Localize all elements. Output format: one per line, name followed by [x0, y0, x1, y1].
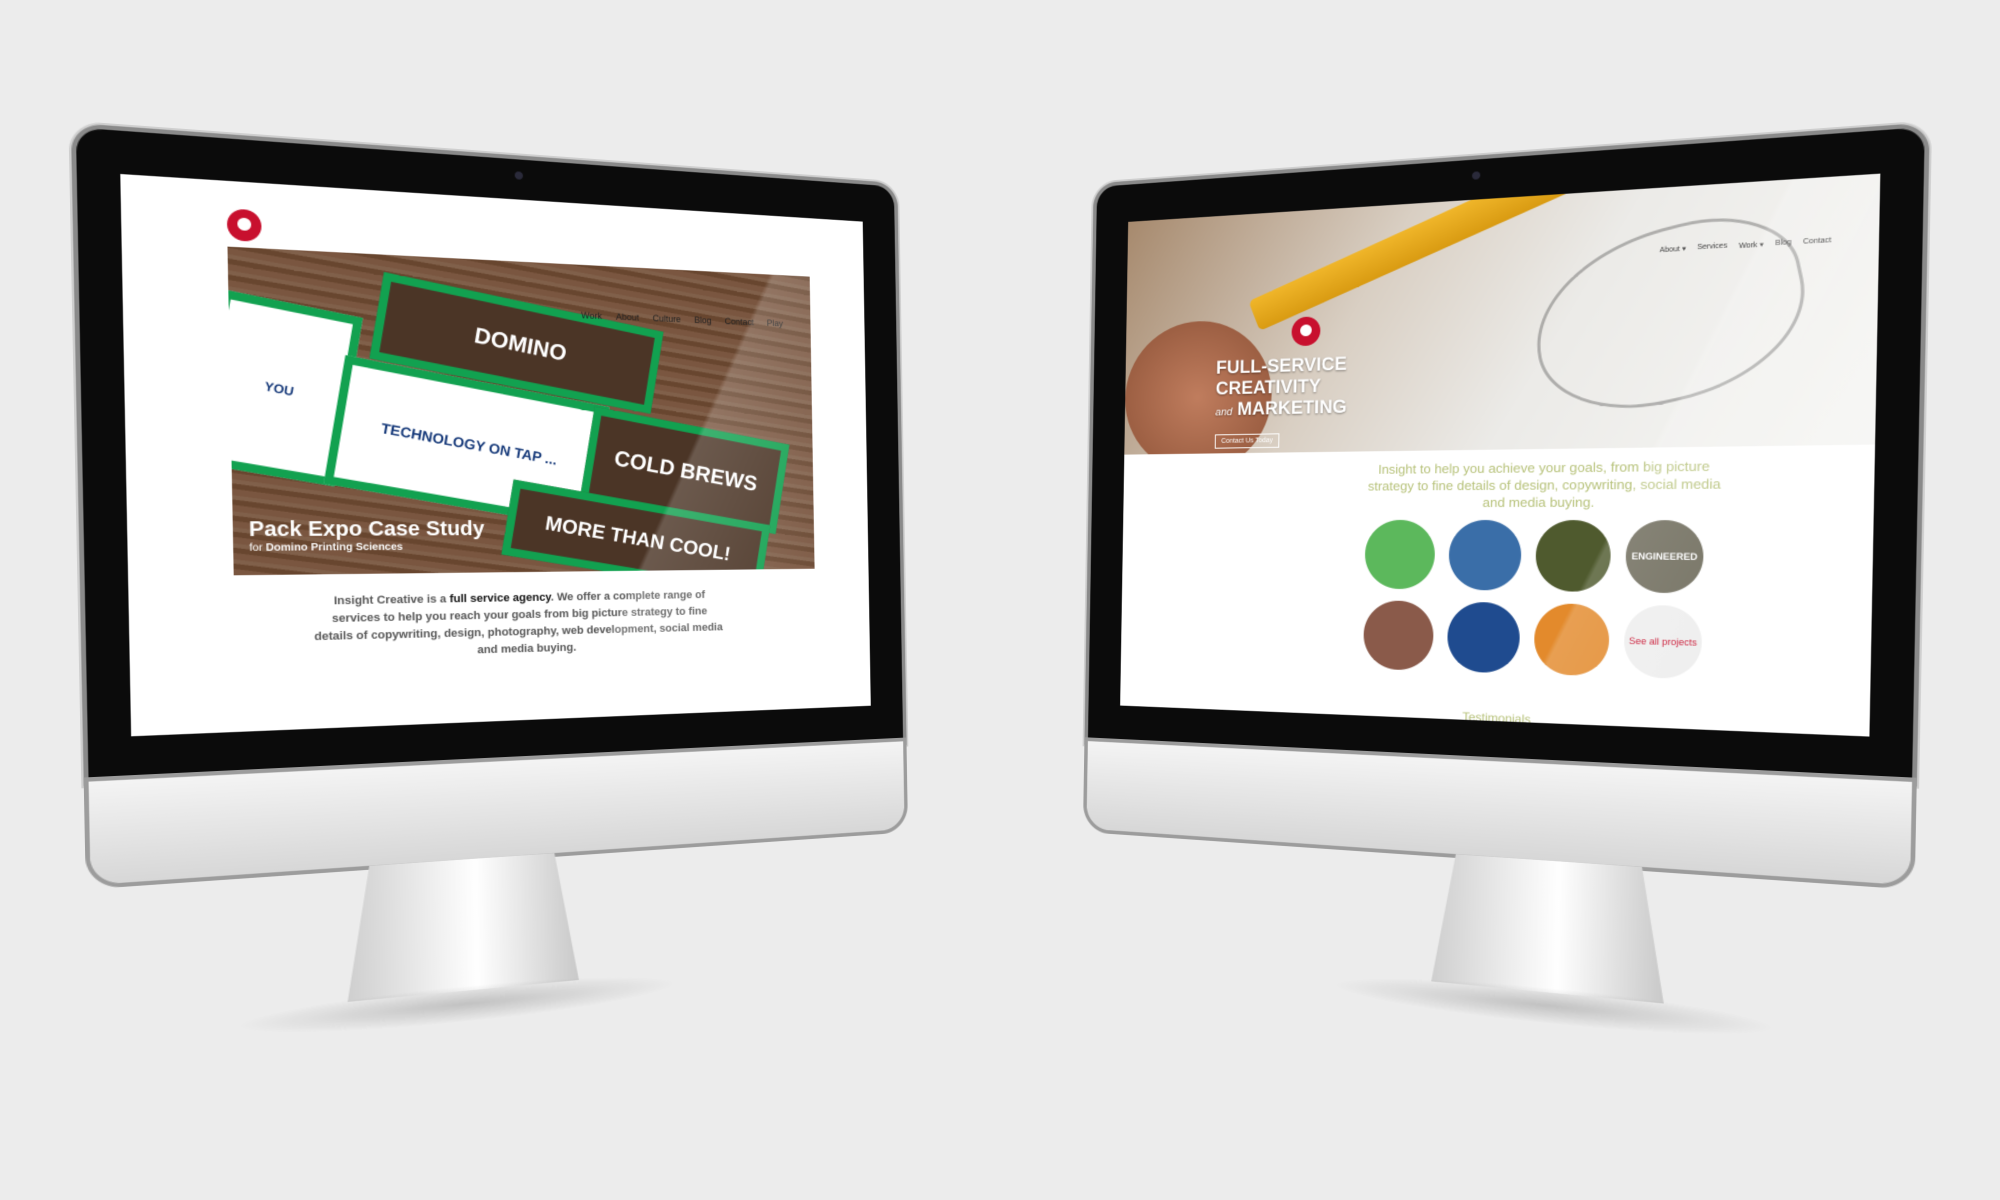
intro-emphasis: full service agency: [449, 591, 551, 606]
screen-glare: [1542, 173, 1881, 737]
camera-icon: [1471, 171, 1481, 180]
subtitle-prefix: for: [249, 542, 263, 555]
testimonials-heading: Testimonials: [1462, 709, 1531, 727]
intro-text: Insight Creative is a: [333, 593, 450, 608]
nav-item-blog[interactable]: Blog: [694, 315, 711, 325]
intro-text: . We offer a complete range of services …: [314, 589, 723, 657]
case-study-hero[interactable]: YOU DOMINO TECHNOLOGY ON TAP ... COLD BR…: [227, 246, 815, 576]
nav-item-culture[interactable]: Culture: [653, 313, 681, 324]
nav-item-play[interactable]: Play: [767, 318, 783, 328]
see-all-projects-link[interactable]: See all projects: [1623, 604, 1703, 680]
project-thumbnail[interactable]: [1448, 519, 1522, 591]
hero-caption: Pack Expo Case Study for Domino Printing…: [249, 518, 485, 554]
project-thumbnail[interactable]: [1364, 519, 1436, 590]
left-screen: YOU DOMINO TECHNOLOGY ON TAP ... COLD BR…: [120, 173, 871, 737]
nav-item-about[interactable]: About ▾: [1659, 245, 1686, 255]
main-nav: About ▾ Services Work ▾ Blog Contact: [1659, 237, 1831, 254]
project-thumbnail[interactable]: ENGINEERED: [1625, 520, 1705, 594]
insight-logo[interactable]: [226, 208, 262, 243]
project-thumbnail[interactable]: [1533, 603, 1610, 677]
nav-item-services[interactable]: Services: [1697, 242, 1727, 252]
monitor-bezel: YOU DOMINO TECHNOLOGY ON TAP ... COLD BR…: [75, 127, 904, 782]
contact-us-button[interactable]: Contact Us Today: [1214, 433, 1280, 449]
insight-site-work-page: YOU DOMINO TECHNOLOGY ON TAP ... COLD BR…: [120, 174, 871, 736]
nav-item-work[interactable]: Work: [581, 310, 602, 321]
mockup-scene: YOU DOMINO TECHNOLOGY ON TAP ... COLD BR…: [0, 0, 2000, 1200]
camera-icon: [514, 171, 524, 180]
hero-card: YOU: [227, 289, 363, 487]
headline-line: MARKETING: [1237, 397, 1347, 420]
nav-item-contact[interactable]: Contact: [725, 316, 754, 327]
nav-item-about[interactable]: About: [616, 312, 639, 323]
headline-line: FULL-SERVICE: [1215, 354, 1347, 379]
project-thumbnail[interactable]: [1535, 520, 1612, 593]
right-screen: About ▾ Services Work ▾ Blog Contact FUL…: [1120, 173, 1881, 737]
testimonial-text: Insight Creative and its team have disti…: [1345, 723, 1692, 737]
nav-item-blog[interactable]: Blog: [1775, 239, 1791, 248]
nav-item-contact[interactable]: Contact: [1803, 237, 1831, 247]
case-study-subtitle: for Domino Printing Sciences: [249, 541, 485, 554]
left-monitor: YOU DOMINO TECHNOLOGY ON TAP ... COLD BR…: [75, 127, 905, 1046]
tagline: Insight to help you achieve your goals, …: [1367, 458, 1721, 510]
insight-site-home-page: About ▾ Services Work ▾ Blog Contact FUL…: [1120, 173, 1881, 737]
headline-and: and: [1215, 406, 1233, 419]
client-name: Domino Printing Sciences: [265, 541, 403, 554]
project-thumbnail[interactable]: [1363, 600, 1434, 671]
sketch-scribble: [1519, 196, 1823, 429]
nav-item-work[interactable]: Work ▾: [1739, 240, 1764, 251]
case-study-title: Pack Expo Case Study: [248, 518, 485, 542]
right-monitor: About ▾ Services Work ▾ Blog Contact FUL…: [1086, 127, 1925, 1048]
project-thumbnail[interactable]: [1446, 601, 1521, 674]
agency-intro: Insight Creative is a full service agenc…: [313, 587, 723, 664]
hero-headline: FULL-SERVICE CREATIVITY and MARKETING: [1215, 354, 1348, 423]
project-grid: ENGINEERED See all projects: [1363, 519, 1713, 680]
pencil-image: [1248, 173, 1599, 331]
monitor-bezel: About ▾ Services Work ▾ Blog Contact FUL…: [1087, 127, 1925, 782]
